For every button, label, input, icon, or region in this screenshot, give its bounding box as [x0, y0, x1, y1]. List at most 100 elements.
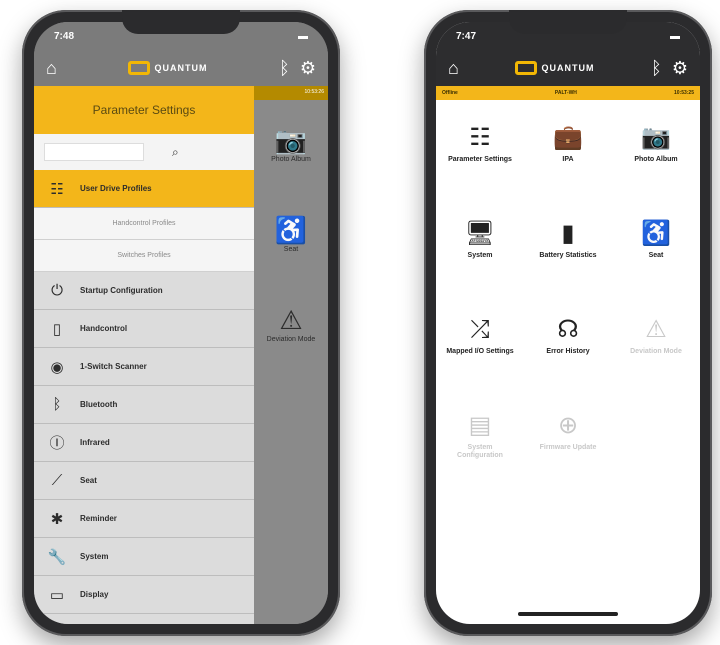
search-input[interactable]: [44, 143, 144, 161]
record-icon: ◉: [50, 358, 64, 376]
tile-label: Photo Album: [634, 156, 678, 163]
seat-tile[interactable]: ♿ Seat: [254, 190, 328, 280]
top-bar: ⌂ QUANTUM ᛒ ⚙: [436, 50, 700, 86]
home-icon[interactable]: ⌂: [448, 59, 459, 77]
tile-label: System: [467, 252, 493, 259]
background-dashboard: 10:53:26 📷 Photo Album ♿ Seat ⚠ Deviatio…: [254, 86, 328, 624]
drawer-item-label: Seat: [80, 476, 97, 485]
seat-icon: ⟋: [51, 472, 63, 489]
tile-label: Deviation Mode: [630, 348, 682, 355]
dashboard-grid: ☷ Parameter Settings 💼 IPA 📷 Photo Album…: [436, 106, 700, 490]
wheelchair-icon: ♿: [641, 220, 671, 247]
tile-deviation-mode[interactable]: ⚠ Deviation Mode: [612, 298, 700, 394]
logo-text: QUANTUM: [541, 63, 595, 73]
drawer-item-user-drive-profiles[interactable]: ☷ User Drive Profiles: [34, 170, 254, 208]
tile-label: Photo Album: [271, 156, 311, 163]
screen-right: 7:47 ▬ ⌂ QUANTUM ᛒ ⚙ Offline PALT-WH 10:…: [436, 22, 700, 624]
stethoscope-icon: ☊: [557, 316, 579, 343]
drawer-item-label: Handcontrol: [80, 324, 128, 333]
drawer-subitem-switches-profiles[interactable]: Switches Profiles: [34, 240, 254, 272]
wrench-icon: 🔧: [47, 548, 67, 566]
notch: [122, 10, 240, 34]
gear-icon[interactable]: ⚙: [300, 59, 316, 77]
drawer-item-infrared[interactable]: Ⓘ Infrared: [34, 424, 254, 462]
tile-photo-album[interactable]: 📷 Photo Album: [612, 106, 700, 202]
shuffle-icon: ⤮: [470, 316, 490, 343]
drawer-item-reminder[interactable]: ✱ Reminder: [34, 500, 254, 538]
drawer-item-seat[interactable]: ⟋ Seat: [34, 462, 254, 500]
phone-left: 7:48 ▬ ⌂ QUANTUM ᛒ ⚙ 10:53:26 📷 Photo Al…: [22, 10, 340, 636]
infrared-icon: Ⓘ: [49, 435, 65, 452]
sliders-icon: ☷: [50, 180, 64, 198]
photo-album-tile[interactable]: 📷 Photo Album: [254, 100, 328, 190]
tile-firmware-update[interactable]: ⊕ Firmware Update: [524, 394, 612, 490]
logo: QUANTUM: [128, 61, 207, 75]
tile-label: IPA: [562, 156, 574, 163]
bluetooth-icon: ᛒ: [52, 396, 62, 413]
drawer-item-display[interactable]: ▭ Display: [34, 576, 254, 614]
tile-error-history[interactable]: ☊ Error History: [524, 298, 612, 394]
drawer-item-bluetooth[interactable]: ᛒ Bluetooth: [34, 386, 254, 424]
status-time-strip: 10:53:26: [254, 86, 328, 100]
tile-mapped-io-settings[interactable]: ⤮ Mapped I/O Settings: [436, 298, 524, 394]
gear-icon[interactable]: ⚙: [672, 59, 688, 77]
briefcase-icon: 💼: [553, 124, 583, 151]
logo-mark: [128, 61, 151, 75]
camera-icon: 📷: [641, 124, 671, 151]
battery-icon: ▬: [298, 30, 308, 42]
home-icon[interactable]: ⌂: [46, 59, 57, 77]
warning-icon: ⚠: [279, 305, 303, 335]
search-bar: ⌕: [34, 134, 254, 170]
drawer-item-label: Reminder: [80, 514, 117, 523]
battery-icon: ▬: [670, 30, 680, 42]
screen-left: 7:48 ▬ ⌂ QUANTUM ᛒ ⚙ 10:53:26 📷 Photo Al…: [34, 22, 328, 624]
tile-label: Battery Statistics: [539, 252, 597, 259]
connection-status-bar: Offline PALT-WH 10:53:25: [436, 86, 700, 100]
tile-label: Firmware Update: [539, 444, 597, 451]
drawer-item-label: User Drive Profiles: [80, 184, 152, 193]
tile-label: Mapped I/O Settings: [446, 348, 514, 355]
tile-label: Seat: [648, 252, 664, 259]
drawer-subitem-handcontrol-profiles[interactable]: Handcontrol Profiles: [34, 208, 254, 240]
sliders-icon: ☷: [469, 124, 491, 151]
document-icon: ▤: [468, 412, 492, 439]
drawer-item-label: Display: [80, 590, 109, 599]
download-icon: ⊕: [557, 412, 579, 439]
camera-icon: 📷: [274, 125, 308, 155]
reminder-icon: ✱: [50, 510, 64, 528]
drawer-title: Parameter Settings: [34, 86, 254, 134]
joystick-icon: ▯: [52, 320, 62, 338]
device-name: PALT-WH: [554, 90, 577, 96]
drawer-item-handcontrol[interactable]: ▯ Handcontrol: [34, 310, 254, 348]
logo-text: QUANTUM: [154, 63, 208, 73]
monitor-icon: 🖥: [464, 220, 496, 247]
tile-label: System Configuration: [457, 444, 503, 460]
search-icon[interactable]: ⌕: [172, 145, 179, 160]
deviation-mode-tile[interactable]: ⚠ Deviation Mode: [254, 280, 328, 370]
drawer-item-label: 1-Switch Scanner: [80, 362, 147, 371]
status-time: 7:48: [54, 30, 75, 42]
drawer-item-system[interactable]: 🔧 System: [34, 538, 254, 576]
home-indicator[interactable]: [518, 612, 618, 616]
notch: [509, 10, 627, 34]
tile-ipa[interactable]: 💼 IPA: [524, 106, 612, 202]
tile-battery-statistics[interactable]: ▮ Battery Statistics: [524, 202, 612, 298]
tile-parameter-settings[interactable]: ☷ Parameter Settings: [436, 106, 524, 202]
tile-seat[interactable]: ♿ Seat: [612, 202, 700, 298]
tile-label: Seat: [283, 246, 299, 253]
side-drawer: Parameter Settings ⌕ ☷ User Drive Profil…: [34, 86, 254, 624]
clock: 10:53:25: [673, 90, 694, 96]
bluetooth-icon[interactable]: ᛒ: [651, 59, 662, 77]
wheelchair-icon: ♿: [274, 215, 308, 245]
drawer-item-label: System: [80, 552, 109, 561]
drawer-item-startup-configuration[interactable]: ⏻ Startup Configuration: [34, 272, 254, 310]
drawer-item-1-switch-scanner[interactable]: ◉ 1-Switch Scanner: [34, 348, 254, 386]
phone-right: 7:47 ▬ ⌂ QUANTUM ᛒ ⚙ Offline PALT-WH 10:…: [424, 10, 712, 636]
tile-label: Deviation Mode: [266, 336, 316, 343]
top-bar: ⌂ QUANTUM ᛒ ⚙: [34, 50, 328, 86]
drawer-item-label: Bluetooth: [80, 400, 118, 409]
tile-system-configuration[interactable]: ▤ System Configuration: [436, 394, 524, 490]
bluetooth-icon[interactable]: ᛒ: [279, 59, 290, 77]
tile-system[interactable]: 🖥 System: [436, 202, 524, 298]
logo-mark: [515, 61, 538, 75]
